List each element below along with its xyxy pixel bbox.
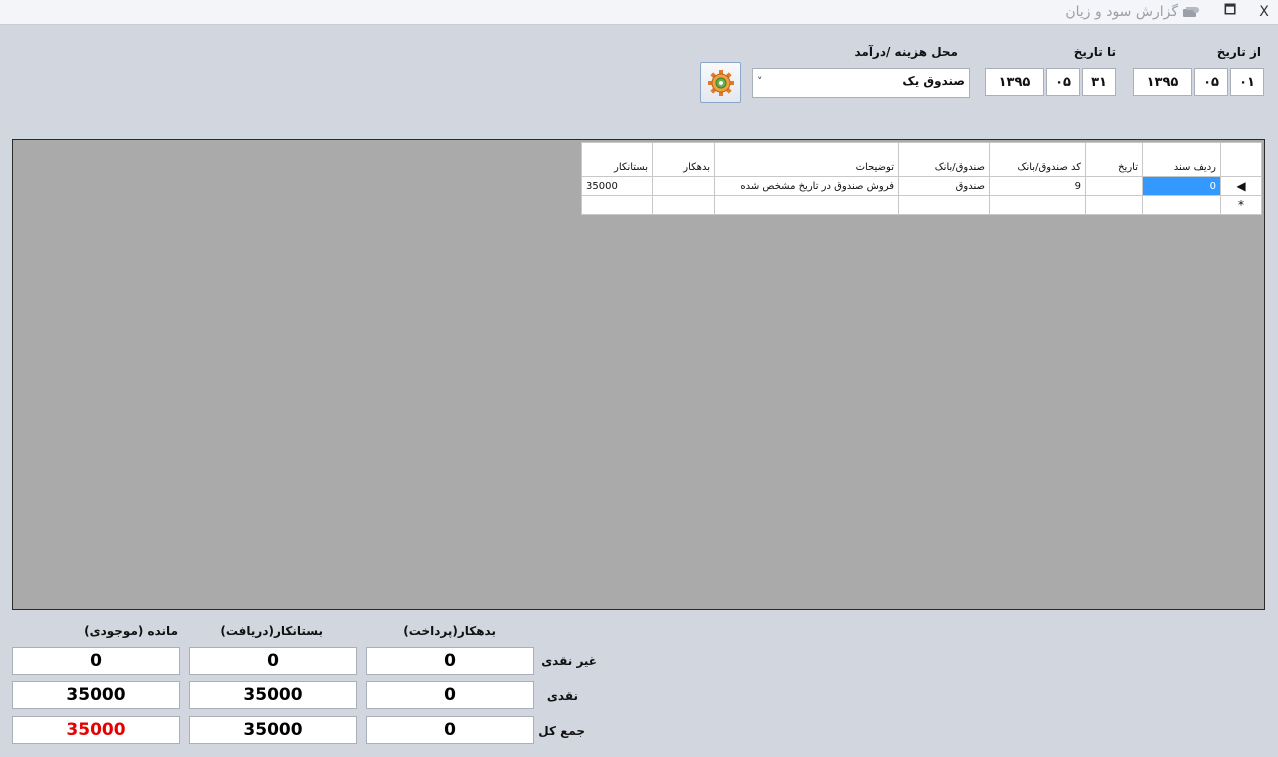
cell-kod[interactable]: 9 bbox=[989, 176, 1086, 196]
new-table-row[interactable]: * bbox=[581, 195, 1262, 215]
cell-bestankar[interactable]: 35000 bbox=[581, 176, 653, 196]
new-row-icon[interactable]: * bbox=[1220, 195, 1262, 215]
total-balance-field[interactable]: 35000 bbox=[12, 716, 180, 744]
cash-credit-field[interactable]: 35000 bbox=[189, 681, 357, 709]
cell-tozihat[interactable]: فروش صندوق در تاریخ مشخص شده bbox=[714, 176, 899, 196]
cash-balance-field[interactable]: 35000 bbox=[12, 681, 180, 709]
from-year-field[interactable]: ۱۳۹۵ bbox=[1133, 68, 1192, 96]
to-month-field[interactable]: ۰۵ bbox=[1046, 68, 1080, 96]
col-header-tarikh[interactable]: تاریخ bbox=[1085, 142, 1143, 177]
row-selector-icon[interactable]: ◀ bbox=[1220, 176, 1262, 196]
new-cell-sandogh[interactable] bbox=[898, 195, 990, 215]
total-credit-field[interactable]: 35000 bbox=[189, 716, 357, 744]
summary-cash-label: نقدی bbox=[546, 689, 578, 703]
gear-icon bbox=[707, 69, 734, 96]
cell-bedehkar[interactable] bbox=[652, 176, 715, 196]
col-header-tozihat[interactable]: توضیحات bbox=[714, 142, 899, 177]
new-cell-bestankar[interactable] bbox=[581, 195, 653, 215]
from-date-label: از تاریخ bbox=[1216, 45, 1261, 59]
col-header-bestankar[interactable]: بستانکار bbox=[581, 142, 653, 177]
new-cell-bedehkar[interactable] bbox=[652, 195, 715, 215]
col-header-radif[interactable]: ردیف سند bbox=[1142, 142, 1221, 177]
location-label: محل هزینه /درآمد bbox=[854, 45, 958, 59]
total-debit-field[interactable]: 0 bbox=[366, 716, 534, 744]
title-group: گزارش سود و زیان bbox=[1065, 1, 1200, 23]
from-day-field[interactable]: ۰۱ bbox=[1230, 68, 1264, 96]
cell-tarikh[interactable] bbox=[1085, 176, 1143, 196]
location-dropdown[interactable]: صندوق یک ˅ bbox=[752, 68, 970, 98]
cell-sandogh[interactable]: صندوق bbox=[898, 176, 990, 196]
window-title: گزارش سود و زیان bbox=[1065, 4, 1178, 20]
noncash-debit-field[interactable]: 0 bbox=[366, 647, 534, 675]
noncash-balance-field[interactable]: 0 bbox=[12, 647, 180, 675]
cell-radif[interactable]: 0 bbox=[1142, 176, 1221, 196]
summary-credit-header: بستانکار(دریافت) bbox=[220, 624, 323, 638]
summary-balance-header: مانده (موجودی) bbox=[84, 624, 178, 638]
cash-debit-field[interactable]: 0 bbox=[366, 681, 534, 709]
title-bar: گزارش سود و زیان 🗖 X bbox=[0, 0, 1278, 25]
table-row[interactable]: ◀ 0 9 صندوق فروش صندوق در تاریخ مشخص شده… bbox=[581, 176, 1262, 196]
summary-debit-header: بدهکار(پرداخت) bbox=[403, 624, 496, 638]
new-cell-radif[interactable] bbox=[1142, 195, 1221, 215]
grid-corner-cell[interactable] bbox=[1220, 142, 1262, 177]
location-dropdown-value: صندوق یک bbox=[902, 74, 965, 88]
run-report-button[interactable] bbox=[700, 62, 741, 103]
to-year-field[interactable]: ۱۳۹۵ bbox=[985, 68, 1044, 96]
col-header-sandogh[interactable]: صندوق/بانک bbox=[898, 142, 990, 177]
to-day-field[interactable]: ۳۱ bbox=[1082, 68, 1116, 96]
from-month-field[interactable]: ۰۵ bbox=[1194, 68, 1228, 96]
to-date-label: تا تاریخ bbox=[1073, 45, 1116, 59]
new-cell-tarikh[interactable] bbox=[1085, 195, 1143, 215]
col-header-kod[interactable]: کد صندوق/بانک bbox=[989, 142, 1086, 177]
grid-header-row: ردیف سند تاریخ کد صندوق/بانک صندوق/بانک … bbox=[581, 142, 1262, 177]
summary-total-label: جمع کل bbox=[538, 724, 585, 738]
report-grid-panel: ردیف سند تاریخ کد صندوق/بانک صندوق/بانک … bbox=[12, 139, 1265, 610]
restore-button[interactable]: 🗖 bbox=[1220, 2, 1240, 22]
summary-noncash-label: غیر نقدی bbox=[541, 654, 597, 668]
col-header-bedehkar[interactable]: بدهکار bbox=[652, 142, 715, 177]
noncash-credit-field[interactable]: 0 bbox=[189, 647, 357, 675]
app-icon bbox=[1182, 5, 1200, 19]
new-cell-kod[interactable] bbox=[989, 195, 1086, 215]
report-grid: ردیف سند تاریخ کد صندوق/بانک صندوق/بانک … bbox=[581, 142, 1262, 215]
close-button[interactable]: X bbox=[1254, 2, 1274, 22]
new-cell-tozihat[interactable] bbox=[714, 195, 899, 215]
chevron-down-icon[interactable]: ˅ bbox=[757, 75, 763, 88]
